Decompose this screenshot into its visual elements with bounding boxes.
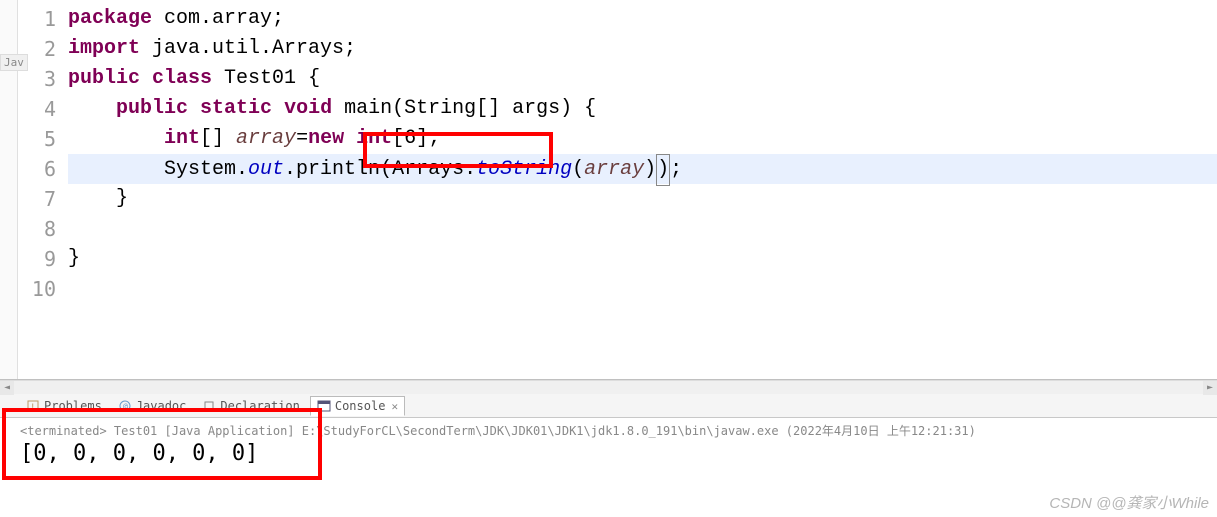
line-number: 1 [18, 4, 68, 34]
keyword-import: import [68, 37, 140, 60]
code-line-highlighted: System.out.println(Arrays.toString(array… [68, 154, 1217, 184]
keyword-new: new [308, 127, 344, 150]
tab-label: Javadoc [136, 399, 187, 413]
watermark-text: CSDN @@龚家小While [1049, 492, 1209, 513]
code-line: } [68, 184, 1217, 214]
tab-declaration[interactable]: Declaration [196, 397, 305, 415]
keyword-package: package [68, 7, 152, 30]
indent [68, 97, 116, 120]
keyword-public: public [116, 97, 188, 120]
svg-text:!: ! [30, 403, 35, 413]
text: [] [200, 127, 236, 150]
close-icon[interactable]: ✕ [391, 400, 398, 413]
line-number: 6 [18, 154, 68, 184]
text: } [68, 187, 128, 210]
code-line: package com.array; [68, 4, 1217, 34]
tab-problems[interactable]: ! Problems [20, 397, 108, 415]
text: ( [572, 158, 584, 181]
tab-label: Console [335, 399, 386, 413]
keyword-int: int [356, 127, 392, 150]
horizontal-scrollbar[interactable]: ◄ ► [0, 380, 1217, 394]
code-line: int[] array=new int[6]; [68, 124, 1217, 154]
line-number: 4 [18, 94, 68, 124]
text: } [68, 247, 80, 270]
text: ; [670, 158, 682, 181]
views-tab-bar: ! Problems @ Javadoc Declaration Console… [0, 394, 1217, 418]
keyword-class: class [152, 67, 212, 90]
text: java.util.Arrays; [140, 37, 356, 60]
text: ) [657, 158, 669, 181]
svg-text:@: @ [123, 402, 128, 411]
console-panel: <terminated> Test01 [Java Application] E… [0, 418, 1217, 470]
keyword-int: int [164, 127, 200, 150]
side-tab[interactable]: Jav [0, 54, 28, 71]
declaration-icon [202, 399, 216, 413]
line-number: 9 [18, 244, 68, 274]
code-line [68, 214, 1217, 244]
console-status-line: <terminated> Test01 [Java Application] E… [20, 422, 1197, 439]
keyword-public: public [68, 67, 140, 90]
line-number: 5 [18, 124, 68, 154]
text: .println(Arrays. [284, 158, 476, 181]
editor-pane: 1 2 3 4 5 6 7 8 9 10 package com.array; … [0, 0, 1217, 380]
text: main(String[] args) { [332, 97, 596, 120]
code-line: } [68, 244, 1217, 274]
code-line [68, 274, 1217, 304]
tab-console[interactable]: Console ✕ [310, 396, 405, 416]
code-line: public static void main(String[] args) { [68, 94, 1217, 124]
cursor-position: ) [656, 154, 670, 186]
line-number: 8 [18, 214, 68, 244]
scroll-left-arrow-icon[interactable]: ◄ [0, 381, 14, 395]
indent [68, 127, 164, 150]
code-line: import java.util.Arrays; [68, 34, 1217, 64]
code-line: public class Test01 { [68, 64, 1217, 94]
scroll-right-arrow-icon[interactable]: ► [1203, 381, 1217, 395]
text: = [296, 127, 308, 150]
code-content[interactable]: package com.array; import java.util.Arra… [68, 0, 1217, 379]
text: System. [68, 158, 248, 181]
tab-label: Problems [44, 399, 102, 413]
console-icon [317, 399, 331, 413]
var-array: array [584, 158, 644, 181]
problems-icon: ! [26, 399, 40, 413]
text: [6]; [392, 127, 440, 150]
keyword-static: static [200, 97, 272, 120]
line-number: 10 [18, 274, 68, 304]
tab-javadoc[interactable]: @ Javadoc [112, 397, 193, 415]
tab-label: Declaration [220, 399, 299, 413]
line-number: 7 [18, 184, 68, 214]
text: com.array; [152, 7, 284, 30]
console-output: [0, 0, 0, 0, 0, 0] [20, 441, 1197, 466]
text: ) [644, 158, 656, 181]
field-out: out [248, 158, 284, 181]
method-tostring: toString [476, 158, 572, 181]
var-array: array [236, 127, 296, 150]
text: Test01 { [212, 67, 320, 90]
javadoc-icon: @ [118, 399, 132, 413]
keyword-void: void [284, 97, 332, 120]
